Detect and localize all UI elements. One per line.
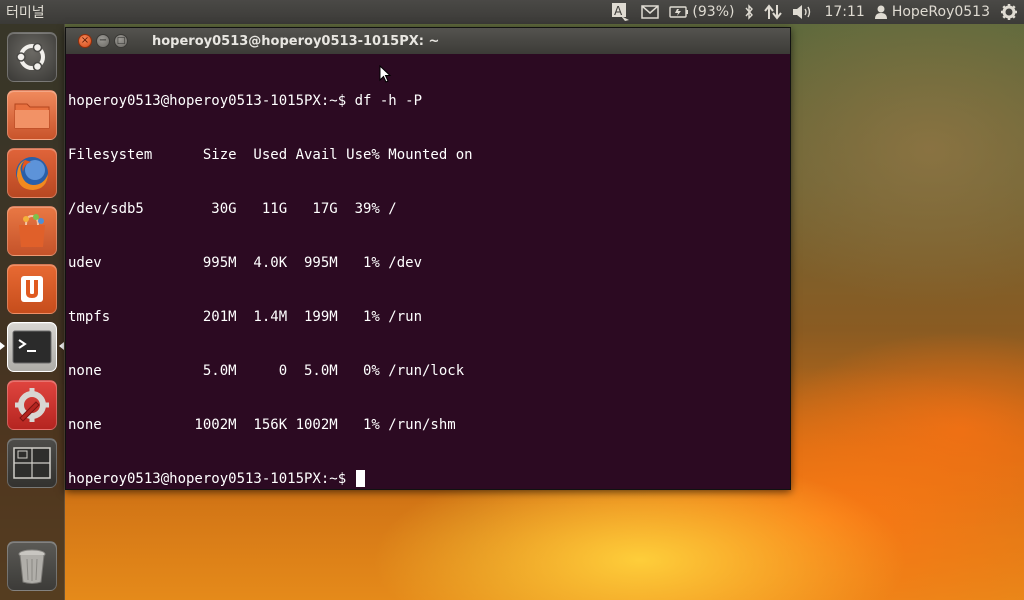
battery-percentage: (93%)	[692, 4, 735, 20]
network-indicator[interactable]	[764, 4, 783, 20]
launcher-terminal[interactable]	[7, 322, 57, 372]
launcher-system-settings[interactable]	[7, 380, 57, 430]
settings-wrench-icon	[15, 388, 49, 422]
terminal-line: udev 995M 4.0K 995M 1% /dev	[68, 255, 423, 271]
launcher	[0, 24, 65, 600]
window-title: hoperoy0513@hoperoy0513-1015PX: ~	[152, 33, 440, 49]
terminal-output[interactable]: hoperoy0513@hoperoy0513-1015PX:~$ df -h …	[68, 56, 786, 488]
launcher-home-folder[interactable]	[7, 90, 57, 140]
session-indicator[interactable]	[1000, 3, 1018, 21]
keyboard-icon: A	[612, 3, 630, 21]
terminal-line: none 5.0M 0 5.0M 0% /run/lock	[68, 363, 465, 379]
ubuntu-logo-icon	[16, 42, 45, 72]
network-arrows-icon	[764, 4, 783, 20]
terminal-line: none 1002M 156K 1002M 1% /run/shm	[68, 417, 456, 433]
launcher-dash-home[interactable]	[7, 32, 57, 82]
envelope-icon	[641, 5, 660, 19]
terminal-prompt-line[interactable]: hoperoy0513@hoperoy0513-1015PX:~$	[68, 470, 786, 488]
maximize-icon: □	[116, 36, 126, 46]
bluetooth-indicator[interactable]	[744, 4, 754, 20]
launcher-active-arrow-left	[0, 342, 5, 350]
keyboard-letter: A	[614, 4, 623, 18]
launcher-active-arrow-right	[59, 342, 64, 350]
minimize-icon: −	[98, 35, 108, 46]
launcher-software-center[interactable]	[7, 206, 57, 256]
gear-icon	[1001, 4, 1017, 20]
user-name: HopeRoy0513	[891, 4, 990, 20]
top-panel: 터미널 A (93%) 17:11 HopeRoy0513	[0, 0, 1024, 24]
launcher-trash[interactable]	[7, 541, 57, 591]
indicator-area: A (93%) 17:11 HopeRoy0513	[611, 0, 1018, 24]
bluetooth-icon	[745, 4, 754, 20]
speaker-icon	[793, 5, 811, 19]
text-cursor	[355, 470, 365, 487]
launcher-ubuntu-one[interactable]	[7, 264, 57, 314]
user-menu[interactable]: HopeRoy0513	[874, 4, 990, 20]
terminal-line: tmpfs 201M 1.4M 199M 1% /run	[68, 309, 423, 325]
shopping-bag-icon	[19, 214, 45, 247]
folder-icon	[14, 103, 50, 129]
minimize-button[interactable]: −	[96, 34, 110, 48]
terminal-icon	[12, 330, 52, 364]
terminal-line: Filesystem Size Used Avail Use% Mounted …	[68, 147, 473, 163]
messaging-indicator[interactable]	[641, 5, 660, 19]
active-app-title[interactable]: 터미널	[0, 2, 45, 22]
trash-icon	[18, 549, 46, 584]
sound-indicator[interactable]	[792, 4, 814, 20]
terminal-window[interactable]: × − □ hoperoy0513@hoperoy0513-1015PX: ~ …	[65, 27, 791, 490]
maximize-button[interactable]: □	[114, 34, 128, 48]
battery-indicator[interactable]: (93%)	[669, 4, 734, 20]
ubuntu-one-icon	[21, 276, 43, 302]
keyboard-layout-indicator[interactable]: A	[611, 2, 631, 22]
close-icon: ×	[80, 35, 90, 46]
terminal-line: /dev/sdb5 30G 11G 17G 39% /	[68, 201, 397, 217]
terminal-line: hoperoy0513@hoperoy0513-1015PX:~$ df -h …	[68, 93, 423, 109]
launcher-firefox[interactable]	[7, 148, 57, 198]
window-title-bar[interactable]: × − □ hoperoy0513@hoperoy0513-1015PX: ~	[66, 28, 790, 54]
close-button[interactable]: ×	[78, 34, 92, 48]
firefox-icon	[16, 157, 48, 190]
mouse-pointer-icon	[379, 65, 392, 83]
terminal-prompt: hoperoy0513@hoperoy0513-1015PX:~$	[68, 471, 355, 487]
workspace-icon	[13, 447, 51, 479]
battery-icon	[669, 6, 689, 18]
user-icon	[874, 5, 887, 19]
clock[interactable]: 17:11	[824, 4, 864, 20]
launcher-workspace-switcher[interactable]	[7, 438, 57, 488]
